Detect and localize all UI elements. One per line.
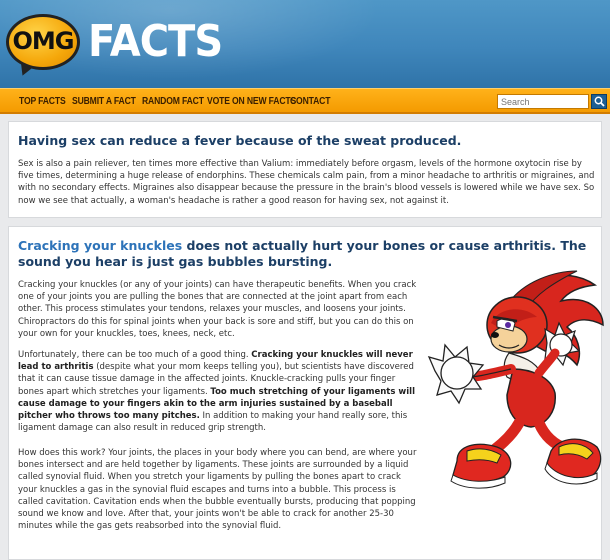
search-input[interactable]: [497, 94, 589, 109]
fact-title[interactable]: Having sex can reduce a fever because of…: [18, 133, 461, 148]
nav-contact[interactable]: CONTACT: [290, 95, 330, 107]
site-logo[interactable]: OMG FACTS: [6, 10, 223, 80]
main-nav: TOP FACTS SUBMIT A FACT RANDOM FACT VOTE…: [0, 88, 610, 114]
nav-submit-a-fact[interactable]: SUBMIT A FACT: [72, 95, 136, 107]
logo-bubble-text: OMG: [12, 27, 75, 55]
nav-vote-on-new-facts[interactable]: VOTE ON NEW FACTS: [207, 95, 296, 107]
site-header: OMG FACTS: [0, 0, 610, 88]
fact-body: Sex is also a pain reliever, ten times m…: [18, 159, 595, 206]
fact-paragraph: How does this work? Your joints, the pla…: [18, 448, 417, 532]
fact-title-link[interactable]: Cracking your knuckles: [18, 238, 182, 253]
fact-paragraph: Cracking your knuckles (or any of your j…: [18, 280, 417, 339]
search-button[interactable]: [591, 94, 607, 109]
fact-card: Cracking your knuckles does not actually…: [8, 226, 604, 560]
paragraph-text: Unfortunately, there can be too much of …: [18, 350, 252, 360]
logo-text: FACTS: [88, 17, 223, 67]
knuckles-character-illustration: [427, 270, 604, 489]
fact-paragraph: Unfortunately, there can be too much of …: [18, 349, 418, 434]
search-icon: [594, 96, 605, 107]
nav-random-fact[interactable]: RANDOM FACT: [142, 95, 204, 107]
nav-top-facts[interactable]: TOP FACTS: [19, 95, 66, 107]
fact-card: Having sex can reduce a fever because of…: [8, 121, 602, 218]
